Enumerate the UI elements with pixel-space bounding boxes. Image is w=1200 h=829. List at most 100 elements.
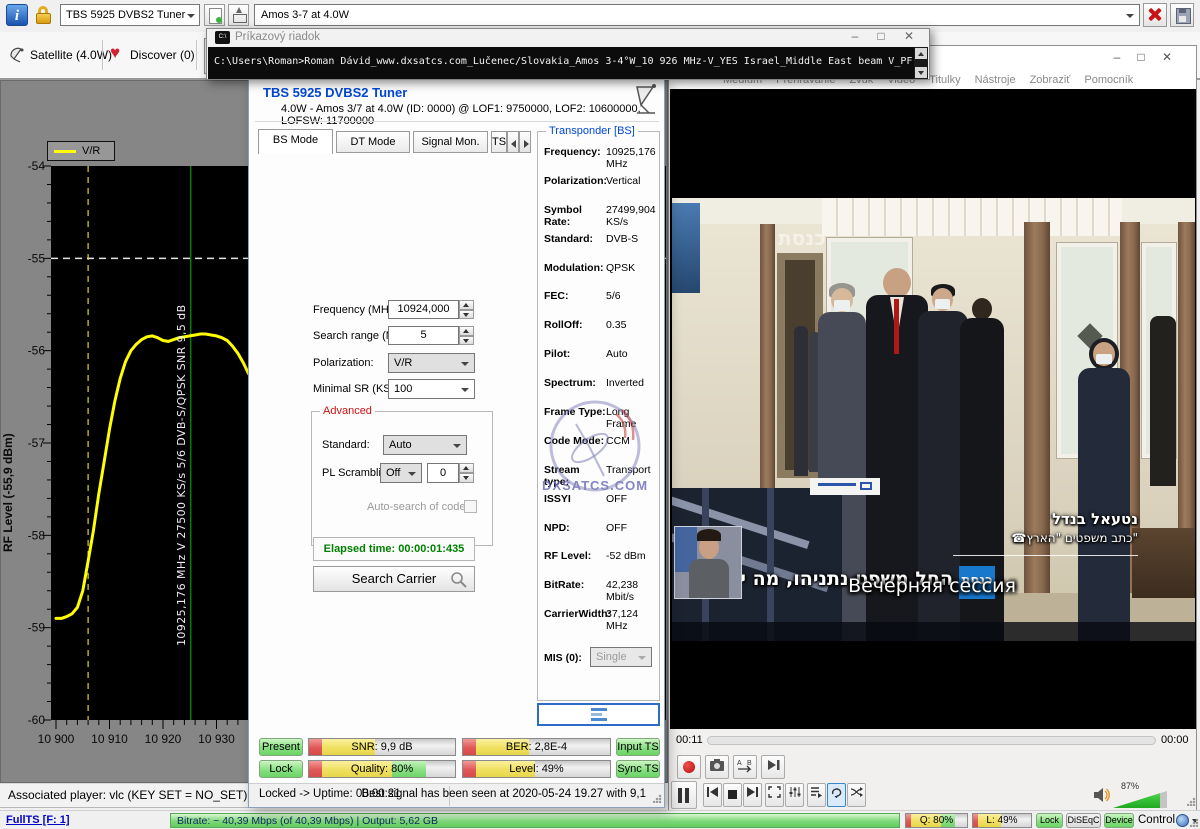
minimize-icon[interactable]: – xyxy=(845,29,865,45)
edit-note-button[interactable] xyxy=(204,4,225,26)
vlc-resize-grip[interactable] xyxy=(1187,797,1196,806)
mis-select: Single xyxy=(590,647,652,667)
time-total: 00:00 xyxy=(1161,734,1189,746)
tab-bs-mode[interactable]: BS Mode xyxy=(258,129,333,154)
maximize-icon[interactable]: □ xyxy=(871,29,891,45)
shuffle-icon xyxy=(850,786,863,798)
transponder-row: Code Mode:CCM xyxy=(538,435,661,464)
control-icon[interactable] xyxy=(1176,814,1189,827)
polarization-select[interactable]: V/R xyxy=(388,353,475,373)
volume-percent: 87% xyxy=(1121,781,1139,791)
heart-icon: ♥ xyxy=(110,43,120,63)
fullts-link[interactable]: FullTS [F: 1] xyxy=(6,814,70,826)
tab-scroll-right[interactable] xyxy=(519,131,531,153)
chart-y-axis-title: RF Level (-55,9 dBm) xyxy=(1,303,19,683)
previous-button[interactable] xyxy=(703,783,722,807)
menu-item[interactable]: Pomocník xyxy=(1084,71,1133,89)
channel-watermark: כנסת xyxy=(778,226,826,250)
transponder-row: BitRate:42,238 Mbit/s xyxy=(538,579,661,608)
search-range-stepper[interactable] xyxy=(459,326,474,345)
transponder-row: Symbol Rate:27499,904 KS/s xyxy=(538,204,661,233)
loop-button[interactable] xyxy=(827,783,846,807)
transponder-row: Frequency:10925,176 MHz xyxy=(538,146,661,175)
frequency-input[interactable]: 10924,000 xyxy=(388,300,459,319)
fullscreen-button[interactable] xyxy=(765,783,784,807)
satellite-dish-icon xyxy=(8,46,26,64)
info-icon[interactable]: i xyxy=(6,4,28,26)
cmd-scrollbar[interactable] xyxy=(914,47,928,79)
resize-grip[interactable] xyxy=(1190,818,1199,827)
close-icon[interactable]: ✕ xyxy=(1157,50,1177,66)
ab-loop-button[interactable]: AB xyxy=(733,755,757,779)
frame-step-button[interactable] xyxy=(761,755,785,779)
svg-text:-56: -56 xyxy=(28,344,46,358)
extended-settings-button[interactable] xyxy=(785,783,804,807)
chevron-down-icon xyxy=(187,14,195,18)
minimize-icon[interactable]: – xyxy=(1107,50,1127,66)
advanced-label: Advanced xyxy=(320,405,375,417)
phone-icon: ☎ xyxy=(1012,531,1027,545)
stop-button[interactable] xyxy=(723,783,742,807)
snr-bar: SNR: 9,9 dB xyxy=(308,738,456,756)
menu-item[interactable]: Titulky xyxy=(929,71,960,89)
input-ts-indicator: Input TS xyxy=(616,738,660,756)
volume-icon[interactable] xyxy=(1093,787,1111,803)
tuner-select[interactable]: TBS 5925 DVBS2 Tuner xyxy=(60,4,200,26)
diseqc-button[interactable]: DiSEqC xyxy=(1066,813,1101,828)
transponder-row: Pilot:Auto xyxy=(538,348,661,377)
menu-item[interactable]: Nástroje xyxy=(975,71,1016,89)
export-button[interactable] xyxy=(228,4,249,26)
auto-search-checkbox[interactable] xyxy=(464,500,477,513)
close-icon[interactable]: ✕ xyxy=(899,29,919,45)
transponder-row: Spectrum:Inverted xyxy=(538,377,661,406)
svg-text:10 900: 10 900 xyxy=(38,732,75,746)
pause-button[interactable] xyxy=(671,781,697,809)
chart-legend: V/R xyxy=(47,141,115,161)
tab-ts[interactable]: TS xyxy=(491,131,507,153)
frequency-stepper[interactable] xyxy=(459,300,474,319)
pl-code-input[interactable]: 0 xyxy=(427,463,459,483)
snapshot-button[interactable] xyxy=(705,755,729,779)
control-label[interactable]: Control xyxy=(1138,814,1175,826)
shuffle-button[interactable] xyxy=(847,783,866,807)
transponder-list-button[interactable] xyxy=(537,703,660,726)
pl-scrambling-select[interactable]: Off xyxy=(380,463,422,483)
volume-slider[interactable] xyxy=(1113,791,1167,808)
tab-signal-mon[interactable]: Signal Mon. xyxy=(413,131,488,153)
elapsed-time-box: Elapsed time: 00:00:01:435 xyxy=(313,537,475,561)
scroll-down-icon[interactable] xyxy=(915,67,927,78)
tab-scroll-left[interactable] xyxy=(507,131,519,153)
minimal-sr-select[interactable]: 100 xyxy=(388,379,475,399)
next-button[interactable] xyxy=(743,783,762,807)
satellite-select[interactable]: Amos 3-7 at 4.0W xyxy=(254,4,1140,26)
scroll-up-icon[interactable] xyxy=(915,48,927,59)
tab-discover[interactable]: Discover (0) xyxy=(130,48,195,62)
reporter-name: נטעאל בנדל xyxy=(1052,510,1138,528)
dialog-resize-grip[interactable] xyxy=(653,794,662,803)
delete-button[interactable] xyxy=(1143,3,1167,27)
lock-icon[interactable] xyxy=(33,4,55,26)
search-range-input[interactable]: 5 xyxy=(388,326,459,345)
pl-code-stepper[interactable] xyxy=(459,463,474,483)
video-area[interactable]: כנסת נטעאל בנדל ☎כתב משפטים "הארץ" כנסת … xyxy=(670,89,1196,729)
search-carrier-button[interactable]: Search Carrier xyxy=(313,566,475,592)
legend-line-sample xyxy=(54,150,76,153)
svg-text:10 920: 10 920 xyxy=(145,732,182,746)
vlc-window: – □ ✕ MédiumPrehrávanieZvukVideoTitulkyN… xyxy=(668,45,1197,810)
menu-item[interactable]: Zobraziť xyxy=(1030,71,1071,89)
background-person xyxy=(1150,316,1176,486)
tab-dt-mode[interactable]: DT Mode xyxy=(336,131,410,153)
chart-marker-label: 10925,176 MHz V 27500 KS/s 5/6 DVB-S/QPS… xyxy=(175,256,190,646)
polarization-label: Polarization: xyxy=(313,354,374,372)
maximize-icon[interactable]: □ xyxy=(1131,50,1151,66)
playlist-button[interactable] xyxy=(807,783,826,807)
save-button[interactable] xyxy=(1170,3,1194,27)
record-button[interactable] xyxy=(677,755,701,779)
cmd-console[interactable]: C:\Users\Roman>Roman Dávid_www.dxsatcs.c… xyxy=(208,47,928,79)
standard-select[interactable]: Auto xyxy=(383,435,467,455)
subtitle-text: Вечерняя сессия xyxy=(822,575,1042,597)
tab-satellite[interactable]: Satellite (4.0W) xyxy=(30,48,112,62)
satellite-antenna-icon xyxy=(631,83,659,115)
seek-bar[interactable] xyxy=(707,736,1156,745)
cmd-titlebar[interactable]: C:\ Príkazový riadok – □ ✕ xyxy=(207,29,929,47)
